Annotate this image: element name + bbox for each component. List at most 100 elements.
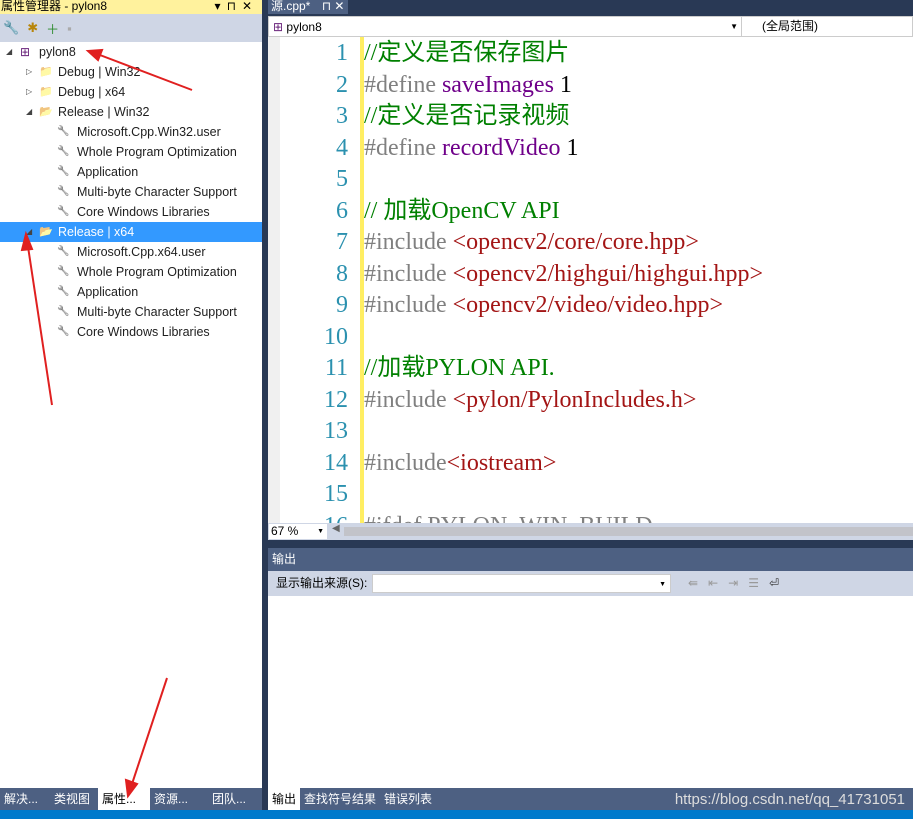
tree-item[interactable]: ◢ 📂 Release | Win32 <box>0 102 262 122</box>
chevron-down-icon: ▼ <box>730 22 738 31</box>
code-line: 12 #include <pylon/PylonIncludes.h> <box>282 385 696 417</box>
project-dropdown[interactable]: ⊞ pylon8 ▼ <box>273 19 738 35</box>
tree-item[interactable]: 🔧 Whole Program Optimization <box>0 142 262 162</box>
pin-icon[interactable]: ⊓ <box>322 0 331 13</box>
add-existing-property-sheet-icon[interactable]: ＋ <box>46 19 59 38</box>
horizontal-scrollbar[interactable] <box>344 527 913 536</box>
dropdown-icon[interactable]: ▾ <box>215 0 227 13</box>
bottom-tab[interactable]: 解决... <box>0 788 50 810</box>
tree-item[interactable]: 🔧 Core Windows Libraries <box>0 202 262 222</box>
output-tab[interactable]: 输出 <box>268 788 301 810</box>
code-line: 8 #include <opencv2/highgui/highgui.hpp> <box>282 259 763 291</box>
tree-item[interactable]: 🔧 Multi-byte Character Support <box>0 182 262 202</box>
code-line: 15 <box>282 479 348 511</box>
code-line: 5 <box>282 164 348 196</box>
code-token: recordVideo <box>441 134 561 161</box>
previous-message-icon[interactable]: ⇤ <box>708 576 728 590</box>
zoom-dropdown[interactable]: 67 % ▼ <box>269 524 327 539</box>
word-wrap-icon[interactable]: ⏎ <box>769 576 789 590</box>
tree-item[interactable]: ▷ 📁 Debug | Win32 <box>0 62 262 82</box>
editor-tab[interactable]: 源.cpp* ⊓ ✕ <box>268 0 348 14</box>
zoom-level: 67 % <box>271 524 299 538</box>
output-source-dropdown[interactable]: ▼ <box>372 574 671 593</box>
code-editor[interactable]: 1//定义是否保存图片 2 #define saveImages 1 3//定义是否记… <box>268 37 913 523</box>
line-number: 10 <box>324 323 348 350</box>
properties-wrench-icon[interactable]: 🔧 <box>3 20 19 36</box>
expanded-arrow-icon[interactable]: ◢ <box>6 42 12 62</box>
save-icon[interactable]: ▪ <box>67 21 72 36</box>
tree-item-label: Release | x64 <box>58 225 135 239</box>
scope-dropdown[interactable]: (全局范围) <box>741 17 911 36</box>
tree-item[interactable]: 🔧 Microsoft.Cpp.x64.user <box>0 242 262 262</box>
code-token: #ifdef PYLON_WIN_BUILD <box>364 513 653 524</box>
tree-item-label: Debug | Win32 <box>58 65 141 79</box>
wrench-icon: 🔧 <box>57 286 70 297</box>
tree-item[interactable]: 🔧 Core Windows Libraries <box>0 322 262 342</box>
code-token: 1 <box>560 134 579 161</box>
pin-icon[interactable]: ⊓ <box>227 0 242 13</box>
tree-item[interactable]: 🔧 Application <box>0 282 262 302</box>
tree-item-label: Microsoft.Cpp.Win32.user <box>77 125 221 139</box>
output-tab[interactable]: 查找符号结果 <box>300 788 380 810</box>
output-panel-header: 输出 <box>268 548 913 571</box>
expanded-arrow-icon[interactable]: ◢ <box>26 222 32 242</box>
folder-open-icon: 📂 <box>39 226 53 238</box>
output-tab[interactable]: 错误列表 <box>380 788 436 810</box>
property-manager-toolbar: 🔧 ✱ ＋ ▪ <box>0 14 262 42</box>
tree-item-label: Whole Program Optimization <box>77 145 237 159</box>
code-token: // 加载OpenCV API <box>364 197 560 224</box>
expanded-arrow-icon[interactable]: ◢ <box>26 102 32 122</box>
output-toolbar: 显示输出来源(S): ▼ ⇚⇤⇥☰⏎ <box>268 571 913 596</box>
close-tab-icon[interactable]: ✕ <box>334 0 344 13</box>
code-line: 10 <box>282 322 348 354</box>
scope-label: (全局范围) <box>762 19 818 33</box>
scroll-left-icon[interactable]: ◀ <box>332 523 340 534</box>
code-token: #include <box>364 229 453 255</box>
tree-item-label: Application <box>77 285 139 299</box>
navigation-bar: ⊞ pylon8 ▼ (全局范围) <box>268 16 913 37</box>
code-token: #define <box>364 71 442 98</box>
bottom-tab[interactable]: 资源... <box>150 788 208 810</box>
tree-item[interactable]: 🔧 Multi-byte Character Support <box>0 302 262 322</box>
code-line: 14 #include<iostream> <box>282 448 556 480</box>
tree-item[interactable]: ◢ 📂 Release | x64 <box>0 222 262 242</box>
line-number: 7 <box>336 229 348 255</box>
line-number: 9 <box>336 292 348 318</box>
code-token: #include <box>364 449 447 476</box>
tree-item[interactable]: 🔧 Whole Program Optimization <box>0 262 262 282</box>
code-line: 16 #ifdef PYLON_WIN_BUILD <box>282 511 653 524</box>
next-message-icon[interactable]: ⇥ <box>728 576 748 590</box>
collapsed-arrow-icon[interactable]: ▷ <box>26 62 32 82</box>
close-icon[interactable]: ✕ <box>242 0 258 13</box>
output-title: 输出 <box>272 552 297 566</box>
tree-item[interactable]: 🔧 Microsoft.Cpp.Win32.user <box>0 122 262 142</box>
code-token: <opencv2/core/core.hpp> <box>452 229 699 255</box>
project-name: pylon8 <box>286 20 322 34</box>
tree-item[interactable]: ▷ 📁 Debug | x64 <box>0 82 262 102</box>
line-number: 1 <box>336 40 348 66</box>
output-body[interactable] <box>268 596 913 788</box>
code-token: 1 <box>553 71 572 98</box>
tree-item-label: Release | Win32 <box>58 105 150 119</box>
clear-all-icon[interactable]: ☰ <box>748 576 769 590</box>
wrench-icon: 🔧 <box>57 326 70 337</box>
go-to-line-icon[interactable]: ⇚ <box>688 576 708 590</box>
folder-icon: 📁 <box>39 86 53 98</box>
collapsed-arrow-icon[interactable]: ▷ <box>26 82 32 102</box>
folder-icon: 📁 <box>39 66 53 78</box>
tree-item[interactable]: 🔧 Application <box>0 162 262 182</box>
tree-item-label: Multi-byte Character Support <box>77 305 237 319</box>
code-line: 3 //定义是否记录视频 <box>282 101 569 133</box>
bottom-tab[interactable]: 团队... <box>208 788 262 810</box>
code-token: #define <box>364 134 442 161</box>
line-number: 14 <box>324 449 348 476</box>
property-tree: ◢ ⊞ pylon8 ▷ 📁 Debug | Win32 ▷ 📁 Debug | x64 ◢ 📂 Re… <box>0 42 262 342</box>
add-new-property-sheet-icon[interactable]: ✱ <box>27 20 38 36</box>
tree-item[interactable]: ◢ ⊞ pylon8 <box>0 42 262 62</box>
bottom-tab[interactable]: 类视图 <box>50 788 98 810</box>
watermark: https://blog.csdn.net/qq_41731051 <box>674 791 905 808</box>
code-token: //定义是否记录视频 <box>364 103 570 129</box>
wrench-icon: 🔧 <box>57 206 70 217</box>
bottom-tab[interactable]: 属性... <box>98 788 150 810</box>
code-line: 9 #include <opencv2/video/video.hpp> <box>282 290 723 322</box>
